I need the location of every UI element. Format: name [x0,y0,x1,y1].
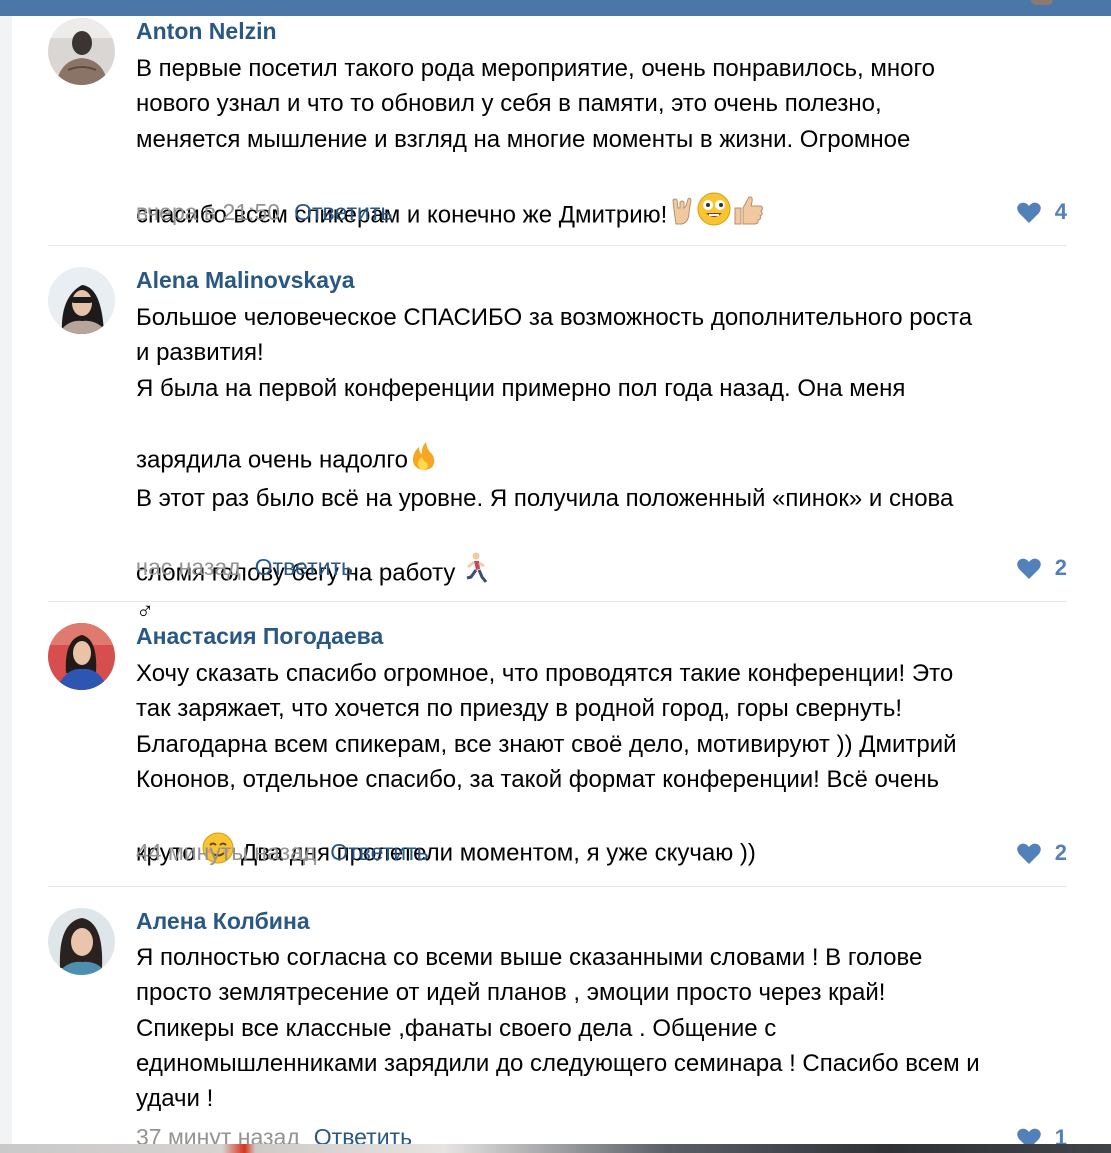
heart-icon [1016,202,1041,223]
comment-meta: час назад Ответить [136,554,353,581]
reply-button[interactable]: Ответить [294,199,392,225]
comment-meta: 44 минуты назад Ответить [136,839,429,866]
comment-divider [48,601,1067,602]
fire-emoji [408,406,438,482]
comment-author[interactable]: Анастасия Погодаева [136,623,383,650]
avatar[interactable] [48,623,115,690]
avatar[interactable] [48,267,115,334]
comment-time[interactable]: вчера в 21:50 [136,199,280,225]
like-button[interactable]: 2 [1016,555,1067,581]
comment-divider [48,245,1067,246]
comment-author[interactable]: Alena Malinovskaya [136,267,355,294]
page-left-edge [0,16,12,1153]
comment-divider [48,886,1067,887]
avatar[interactable] [48,908,115,975]
crazy-face-emoji [697,157,731,237]
comment-author[interactable]: Anton Nelzin [136,18,277,45]
comment-text-body: ♂ [136,598,154,626]
comment-text-body: Большое человеческое СПАСИБО за возможно… [136,304,973,474]
thumbs-up-emoji [731,159,765,237]
comment-time[interactable]: час назад [136,554,241,580]
like-count: 2 [1054,555,1067,580]
like-count: 2 [1054,840,1067,865]
avatar[interactable] [48,18,115,85]
reply-button[interactable]: Ответить [330,839,428,865]
runner-emoji [462,517,488,595]
bottom-background-strip [0,1144,1111,1153]
like-button[interactable]: 4 [1016,199,1067,225]
heart-icon [1016,843,1041,864]
reply-button[interactable]: Ответить [255,554,353,580]
comment-text: Я полностью согласна со всеми выше сказа… [136,944,980,1113]
comment-time[interactable]: 44 минуты назад [136,839,316,865]
comment-meta: вчера в 21:50 Ответить [136,199,392,226]
heart-icon [1016,558,1041,579]
rock-hand-emoji [667,161,697,237]
header-avatar-edge[interactable] [1031,0,1053,5]
comment-author[interactable]: Алена Колбина [136,908,310,935]
top-navigation-bar [0,0,1111,16]
comment-text-body: Хочу сказать спасибо огромное, что прово… [136,660,957,867]
like-button[interactable]: 2 [1016,840,1067,866]
like-count: 4 [1054,199,1067,224]
